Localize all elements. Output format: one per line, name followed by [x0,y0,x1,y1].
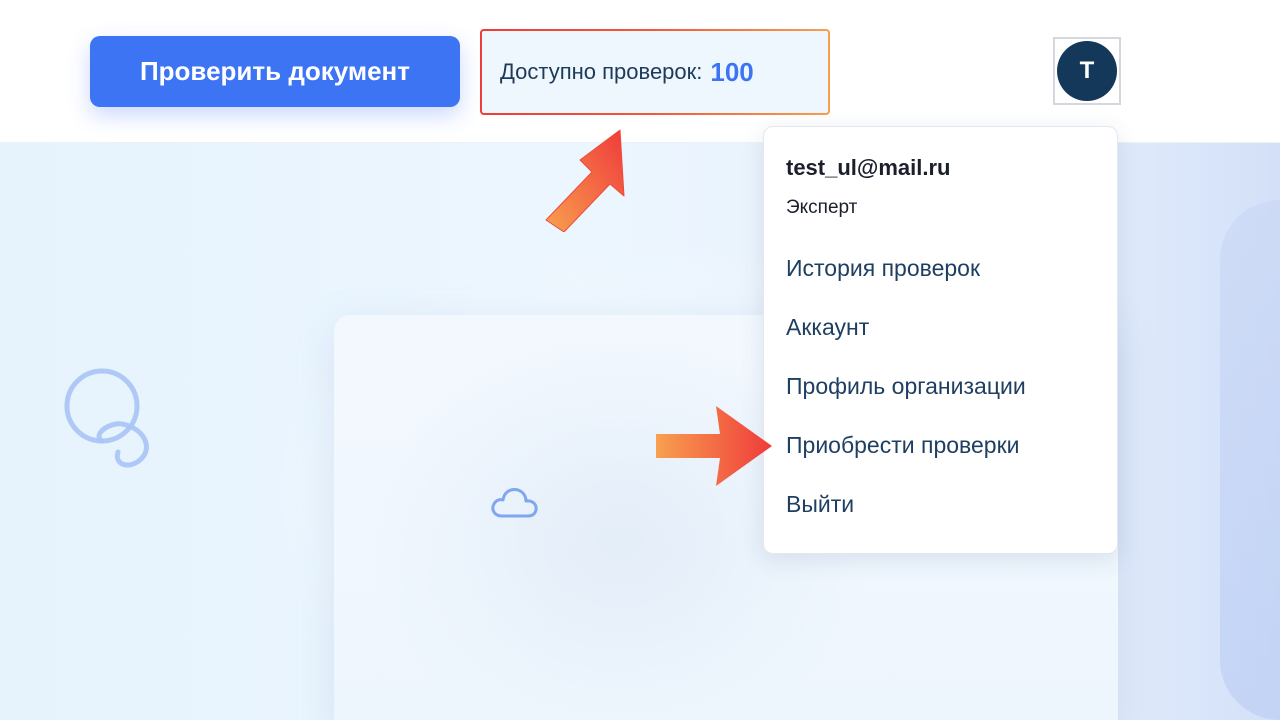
avatar-initial: T [1079,57,1095,84]
checks-available-indicator: Доступно проверок: 100 [480,29,830,115]
menu-item-organization-profile[interactable]: Профиль организации [786,373,1026,400]
checks-available-label: Доступно проверок: [500,59,703,84]
user-menu-dropdown: test_ul@mail.ru Эксперт История проверок… [763,126,1118,554]
background-blob [1220,200,1280,720]
user-email: test_ul@mail.ru [786,155,951,180]
avatar: T [1057,41,1117,101]
checks-available-count: 100 [710,56,754,87]
menu-item-check-history[interactable]: История проверок [786,255,980,282]
user-avatar-button[interactable]: T [1053,37,1121,105]
page: Проверить документ Доступно проверок: 10… [0,0,1280,720]
swirl-icon [64,368,149,468]
check-document-button[interactable]: Проверить документ [90,36,460,107]
menu-item-account[interactable]: Аккаунт [786,314,869,341]
user-role: Эксперт [786,197,858,218]
menu-item-logout[interactable]: Выйти [786,491,854,518]
cloud-icon [491,488,538,518]
check-document-label: Проверить документ [139,56,410,86]
menu-item-buy-checks[interactable]: Приобрести проверки [786,432,1019,459]
